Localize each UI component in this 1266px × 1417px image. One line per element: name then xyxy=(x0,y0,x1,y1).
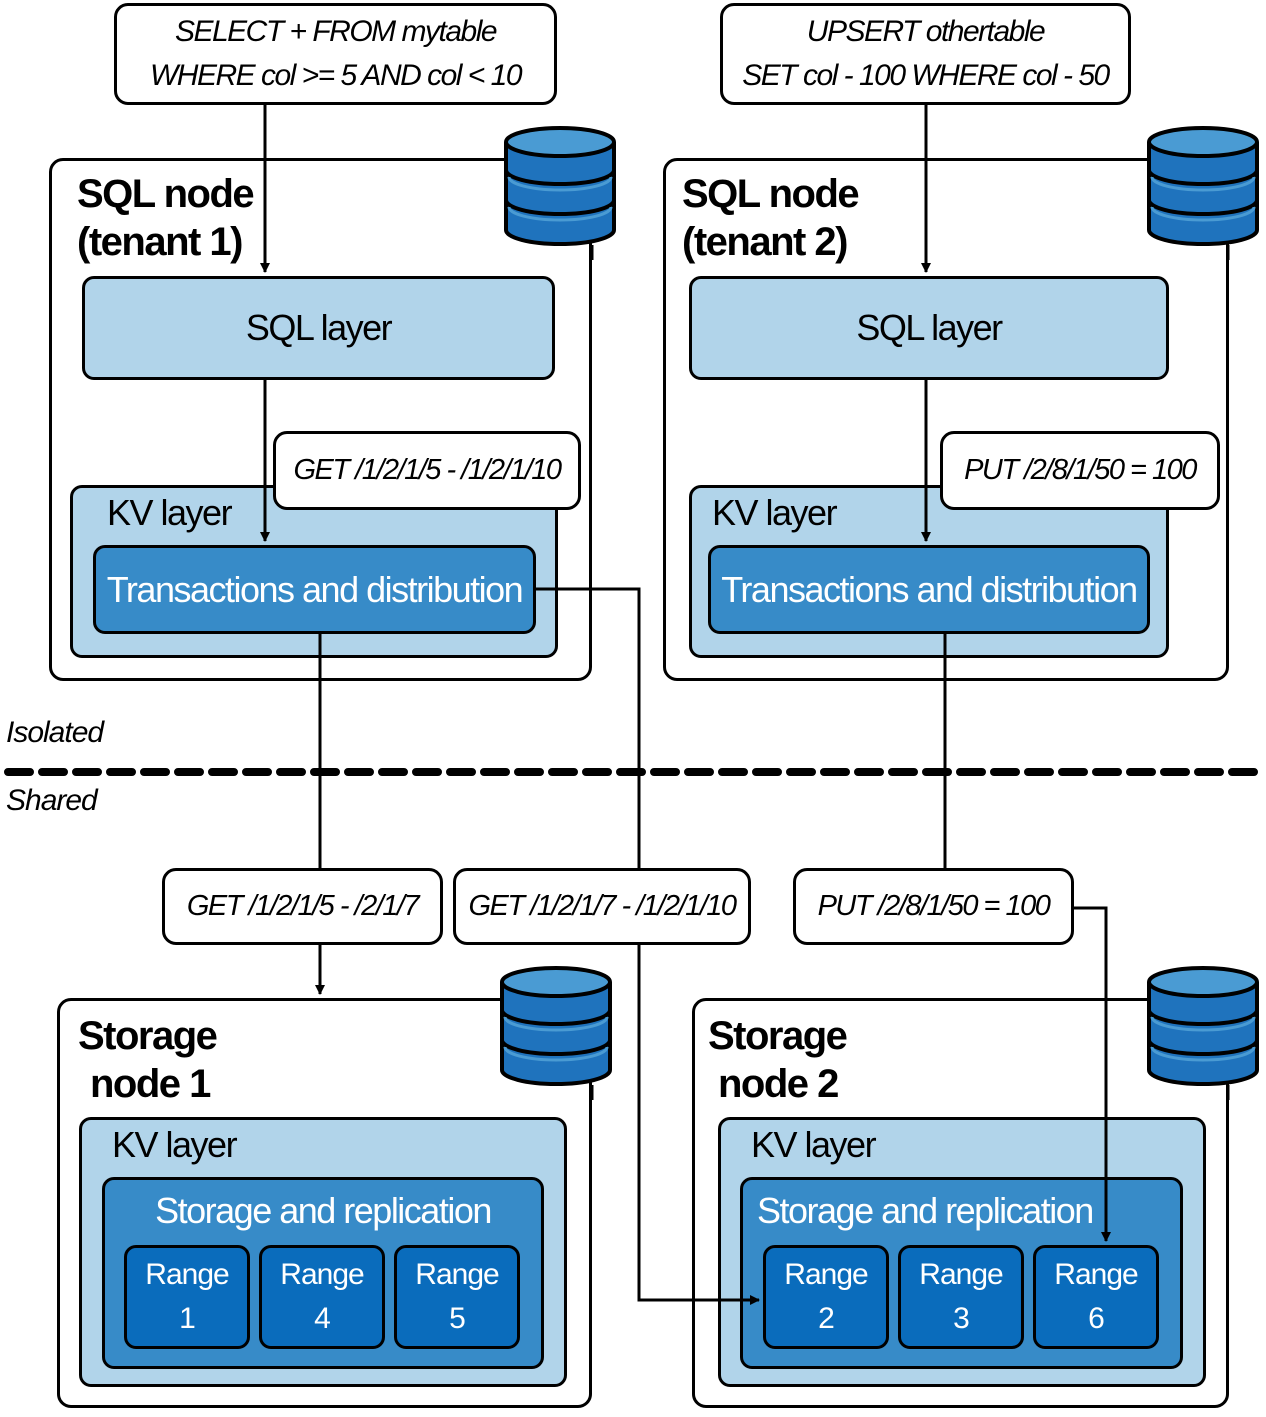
request-get-b: GET /1/2/1/7 - /1/2/1/10 xyxy=(453,868,751,945)
connectors xyxy=(4,105,1266,1305)
query-line-2: SET col - 100 WHERE col - 50 xyxy=(742,59,1110,92)
arrow-put-to-range6 xyxy=(1074,906,1111,1242)
request-label: GET /1/2/1/5 - /1/2/1/10 xyxy=(293,454,562,486)
database-icon xyxy=(500,120,620,250)
query-tenant-2: UPSERT othertable SET col - 100 WHERE co… xyxy=(720,3,1131,105)
query-line-2: WHERE col >= 5 AND col < 10 xyxy=(149,59,523,92)
query-tenant-1: SELECT + FROM mytable WHERE col >= 5 AND… xyxy=(114,3,557,105)
database-icon xyxy=(1143,960,1263,1090)
request-label: PUT /2/8/1/50 = 100 xyxy=(817,890,1051,922)
isolated-label: Isolated xyxy=(6,716,104,749)
query-line-1: UPSERT othertable xyxy=(806,15,1046,48)
request-label: GET /1/2/1/7 - /1/2/1/10 xyxy=(468,890,737,922)
database-icon xyxy=(1143,120,1263,250)
request-put: PUT /2/8/1/50 = 100 xyxy=(793,868,1074,945)
request-put-tenant-2: PUT /2/8/1/50 = 100 xyxy=(940,431,1220,510)
shared-label: Shared xyxy=(6,784,98,817)
request-label: PUT /2/8/1/50 = 100 xyxy=(964,454,1197,486)
line-txn1-to-get-b xyxy=(536,587,641,868)
request-label: GET /1/2/1/5 - /2/1/7 xyxy=(186,890,420,922)
query-line-1: SELECT + FROM mytable xyxy=(174,15,498,48)
arrow-get-b-to-range2 xyxy=(637,945,760,1305)
request-get-a: GET /1/2/1/5 - /2/1/7 xyxy=(162,868,443,945)
request-get-tenant-1: GET /1/2/1/5 - /1/2/1/10 xyxy=(273,431,581,510)
database-icon xyxy=(496,960,616,1090)
